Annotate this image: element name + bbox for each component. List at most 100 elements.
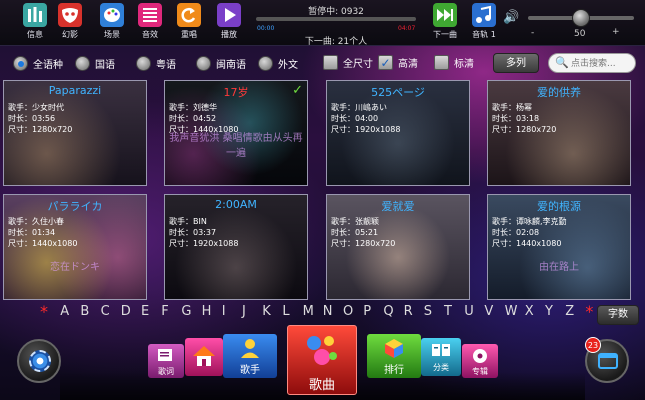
song-card[interactable]: 17岁 歌手：刘德华 时长：04:52 尺寸：1440x1080 我声音犹洪 桑唱情歌由… <box>164 80 308 186</box>
song-duration: 时长：01:34 <box>8 228 56 237</box>
scene-button[interactable]: 场景 <box>95 3 129 45</box>
check-label: 标清 <box>454 59 474 70</box>
next-track-button[interactable]: 下一曲 <box>428 3 462 45</box>
video-subtitle: 我声音犹洪 桑唱情歌由从头再一遍 <box>169 133 303 159</box>
alphabet-letter-l[interactable]: L <box>282 304 289 319</box>
songs-button[interactable]: 歌曲 <box>287 325 357 395</box>
ranking-button[interactable]: 排行 <box>367 334 421 378</box>
category-button[interactable]: 分类 <box>421 338 461 376</box>
video-subtitle: 由在路上 <box>539 262 579 273</box>
alphabet-letter-y[interactable]: Y <box>545 304 553 319</box>
next-track-icon <box>433 3 457 27</box>
song-singer: 歌手：谭咏麟,李克勤 <box>492 217 567 226</box>
radio-icon <box>258 55 273 71</box>
radio-all-languages[interactable]: 全语种 <box>13 54 63 72</box>
check-hd[interactable]: ✓ 高清 <box>378 55 418 70</box>
song-title: Paparazzi <box>48 84 102 97</box>
alphabet-letter-r[interactable]: R <box>404 304 413 319</box>
alphabet-letter-v[interactable]: V <box>484 304 493 319</box>
singer-icon <box>241 339 259 358</box>
song-card[interactable]: 爱的供养 歌手：杨幂 时长：03:18 尺寸：1280x720 <box>487 80 631 186</box>
song-title: パラライカ <box>47 200 103 213</box>
play-label: 播放 <box>221 30 237 39</box>
alphabet-letter-e[interactable]: E <box>141 304 149 319</box>
song-card[interactable]: Paparazzi 歌手：少女时代 时长：03:56 尺寸：1280x720 <box>3 80 147 186</box>
alphabet-letter-h[interactable]: H <box>202 304 212 319</box>
scene-label: 场景 <box>104 30 120 39</box>
radio-minnan[interactable]: 闽南语 <box>196 54 246 72</box>
play-button[interactable]: 播放 <box>212 3 246 45</box>
volume-slider[interactable] <box>528 9 634 27</box>
album-button[interactable]: 专辑 <box>462 344 498 378</box>
settings-button[interactable] <box>17 339 61 383</box>
word-count-button[interactable]: 字数 <box>597 305 639 325</box>
alphabet-star[interactable]: * <box>40 302 48 321</box>
alphabet-letter-x[interactable]: X <box>525 304 534 319</box>
selected-songs-button[interactable]: 23 <box>585 337 629 383</box>
resing-button[interactable]: 重唱 <box>172 3 206 45</box>
volume-plus[interactable]: + <box>612 27 620 37</box>
song-size: 尺寸：1280x720 <box>331 239 396 248</box>
home-button[interactable] <box>185 338 223 376</box>
volume-minus[interactable]: - <box>531 28 534 38</box>
radio-cantonese[interactable]: 粤语 <box>136 54 176 72</box>
sound-effect-button[interactable]: 音效 <box>133 3 167 45</box>
alphabet-letter-m[interactable]: M <box>303 304 314 319</box>
equalizer-icon <box>138 3 162 27</box>
radio-icon <box>75 55 90 71</box>
alphabet-letter-t[interactable]: T <box>444 304 452 319</box>
alphabet-letter-u[interactable]: U <box>464 304 474 319</box>
alphabet-star[interactable]: * <box>585 302 593 321</box>
alphabet-letter-j[interactable]: J <box>242 304 246 319</box>
progress-bar[interactable] <box>256 17 416 21</box>
alphabet-letter-p[interactable]: P <box>363 304 371 319</box>
search-box[interactable]: 🔍 <box>548 53 636 73</box>
alphabet-letter-z[interactable]: Z <box>565 304 574 319</box>
total-time: 04:07 <box>398 25 416 32</box>
alphabet-letter-n[interactable]: N <box>323 304 333 319</box>
checkmark-icon: ✓ <box>378 55 393 70</box>
song-card[interactable]: 爱的根源 歌手：谭咏麟,李克勤 时长：02:08 尺寸：1440x1080 由在路上 <box>487 194 631 300</box>
category-face: 分类 <box>421 338 461 376</box>
molecule-icon <box>307 336 337 365</box>
top-toolbar: 信息 幻影 场景 音效 重唱 播放 暂停中: 0932 00:00 04:07 … <box>0 0 645 47</box>
alphabet-letter-k[interactable]: K <box>262 304 271 319</box>
palette-icon <box>100 3 124 27</box>
alphabet-letter-d[interactable]: D <box>121 304 131 319</box>
alphabet-letter-s[interactable]: S <box>424 304 432 319</box>
alphabet-letter-c[interactable]: C <box>101 304 110 319</box>
song-card[interactable]: 525ページ 歌手：川嶋あい 时长：04:00 尺寸：1920x1088 <box>326 80 470 186</box>
alphabet-letter-g[interactable]: G <box>181 304 191 319</box>
alphabet-index: * A B C D E F G H I J K L M N O P Q R S T U V W X Y Z * <box>40 302 593 321</box>
next-track-label: 下一曲 <box>433 30 457 39</box>
alphabet-letter-i[interactable]: I <box>222 304 226 319</box>
radio-mandarin[interactable]: 国语 <box>75 54 115 72</box>
check-all-sizes[interactable]: 全尺寸 <box>323 55 373 70</box>
alphabet-letter-a[interactable]: A <box>60 304 69 319</box>
singer-button[interactable]: 歌手 <box>223 334 277 378</box>
lyrics-button[interactable]: 歌词 <box>148 344 184 378</box>
radio-foreign[interactable]: 外文 <box>258 54 298 72</box>
audio-track-icon <box>472 3 496 27</box>
search-input[interactable] <box>571 56 633 71</box>
song-card[interactable]: 2:00AM 歌手：BIN 时长：03:37 尺寸：1920x1088 <box>164 194 308 300</box>
alphabet-letter-q[interactable]: Q <box>383 304 393 319</box>
alphabet-letter-b[interactable]: B <box>80 304 89 319</box>
song-singer: 歌手：张靓颖 <box>331 217 379 226</box>
check-sd[interactable]: 标清 <box>434 55 474 70</box>
alphabet-letter-f[interactable]: F <box>161 304 168 319</box>
song-card[interactable]: 爱就爱 歌手：张靓颖 时长：05:21 尺寸：1280x720 <box>326 194 470 300</box>
phantom-button[interactable]: 幻影 <box>53 3 87 45</box>
song-duration: 时长：04:00 <box>331 114 379 123</box>
audio-track-button[interactable]: 音轨 1 <box>467 3 501 45</box>
multi-column-button[interactable]: 多列 <box>493 53 539 73</box>
album-face: 专辑 <box>462 344 498 378</box>
song-card[interactable]: パラライカ 歌手：久住小春 时长：01:34 尺寸：1440x1080 恋在ドンキ <box>3 194 147 300</box>
alphabet-letter-o[interactable]: O <box>343 304 353 319</box>
info-button[interactable]: 信息 <box>18 3 52 45</box>
radio-label: 国语 <box>95 59 115 71</box>
alphabet-letter-w[interactable]: W <box>505 304 518 319</box>
volume-knob[interactable] <box>572 9 590 27</box>
song-title: 17岁 <box>223 86 249 99</box>
volume-icon: 🔊 <box>503 10 520 25</box>
